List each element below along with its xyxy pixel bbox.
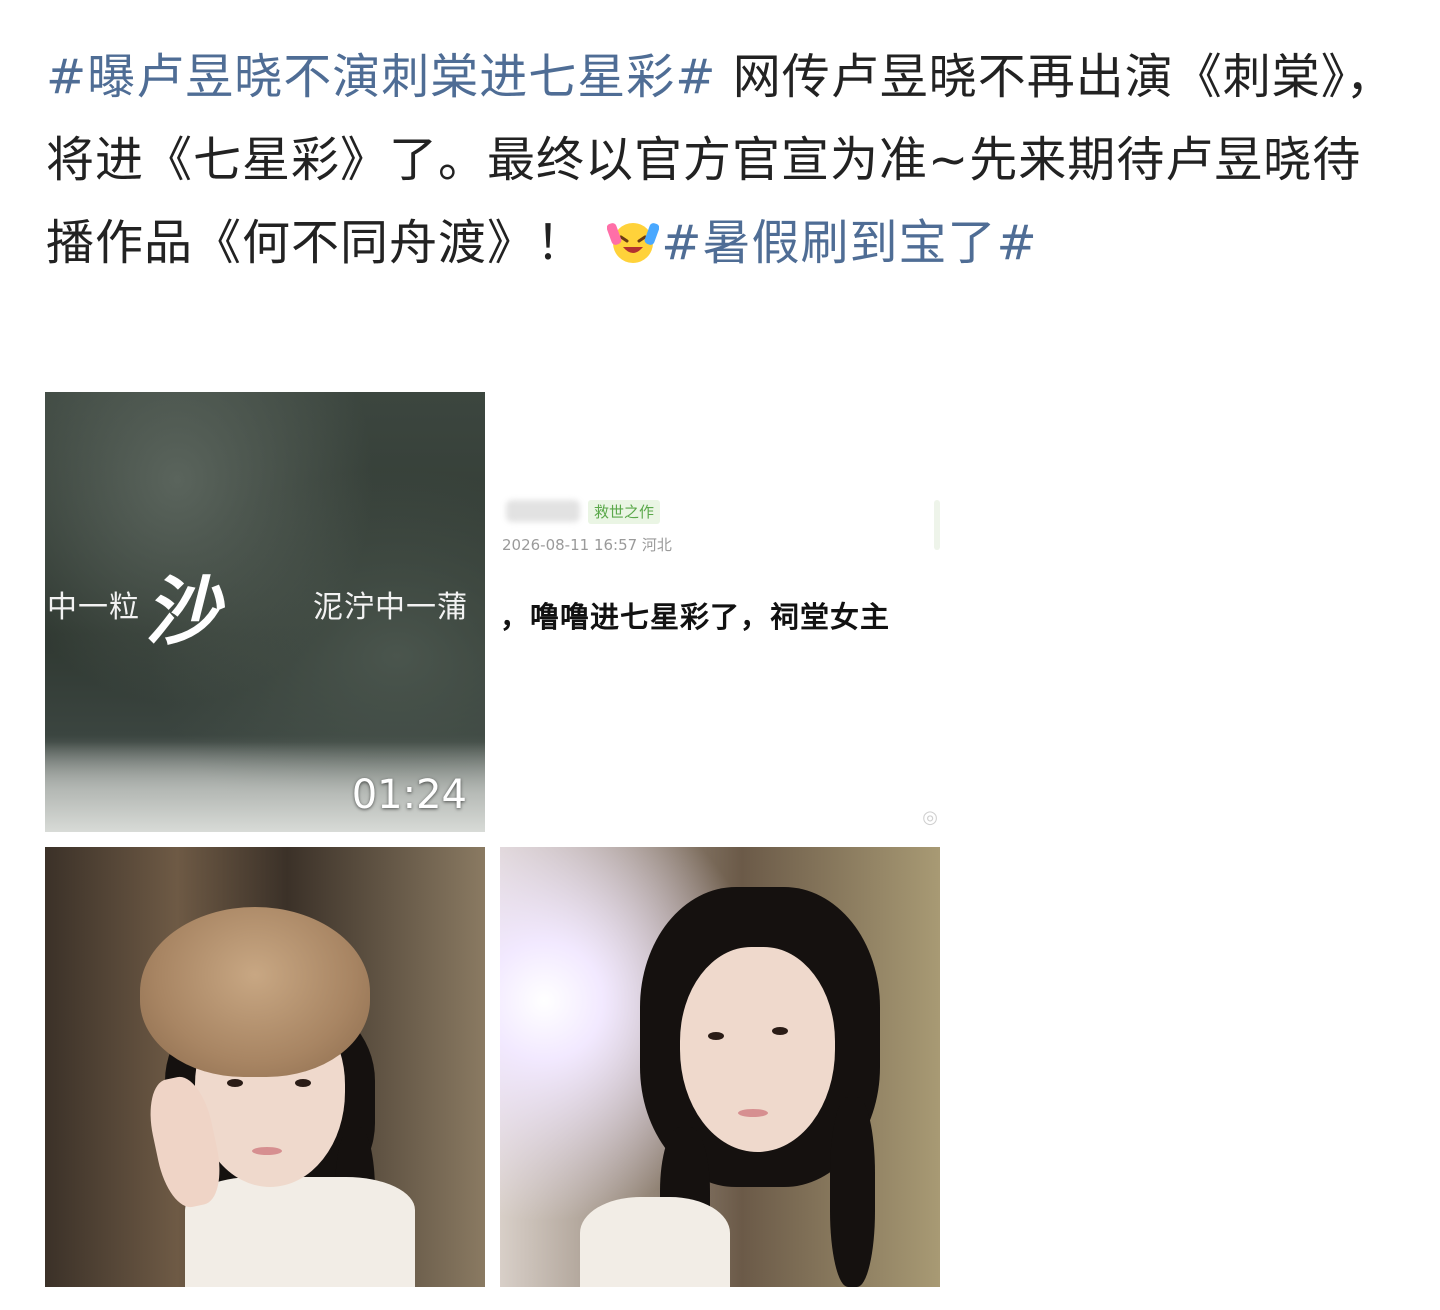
user-badge: 救世之作	[588, 500, 661, 524]
weibo-watermark-icon: ◎	[922, 807, 938, 828]
video-duration: 01:24	[351, 772, 467, 818]
eye	[708, 1032, 724, 1040]
straw-hat	[140, 907, 370, 1077]
braid	[830, 1097, 875, 1287]
lips	[738, 1109, 768, 1117]
lips	[252, 1147, 282, 1155]
eye	[227, 1079, 243, 1087]
video-subtitle-right: 泥泞中一蒲	[313, 590, 468, 625]
scroll-indicator	[934, 500, 940, 550]
video-thumbnail[interactable]: 中一粒 沙 泥泞中一蒲 01:24	[45, 392, 485, 832]
video-subtitle-left: 中一粒	[47, 590, 140, 625]
hashtag-link[interactable]: #暑假刷到宝了#	[661, 215, 1037, 271]
eye	[772, 1027, 788, 1035]
comment-text: ，噜噜进七星彩了，祠堂女主	[500, 600, 891, 634]
post-text: #曝卢昱晓不演刺棠进七星彩# 网传卢昱晓不再出演《刺棠》，将进《七星彩》了。最终…	[46, 36, 1406, 285]
face	[680, 947, 835, 1152]
video-subtitle-calligraphy: 沙	[145, 569, 219, 655]
eye	[295, 1079, 311, 1087]
hashtag-link[interactable]: #曝卢昱晓不演刺棠进七星彩#	[46, 49, 716, 105]
screenshot-image[interactable]: 救世之作 2026-08-11 16:57 河北 ，噜噜进七星彩了，祠堂女主 ◎	[500, 392, 940, 832]
blurred-username	[506, 500, 580, 522]
comment-meta: 2026-08-11 16:57 河北	[502, 536, 672, 554]
top-clothing	[185, 1177, 415, 1287]
laughing-crying-emoji-icon	[607, 223, 660, 263]
photo-selfie-portrait[interactable]	[500, 847, 940, 1287]
top-clothing	[580, 1197, 730, 1287]
photo-hat-portrait[interactable]	[45, 847, 485, 1287]
